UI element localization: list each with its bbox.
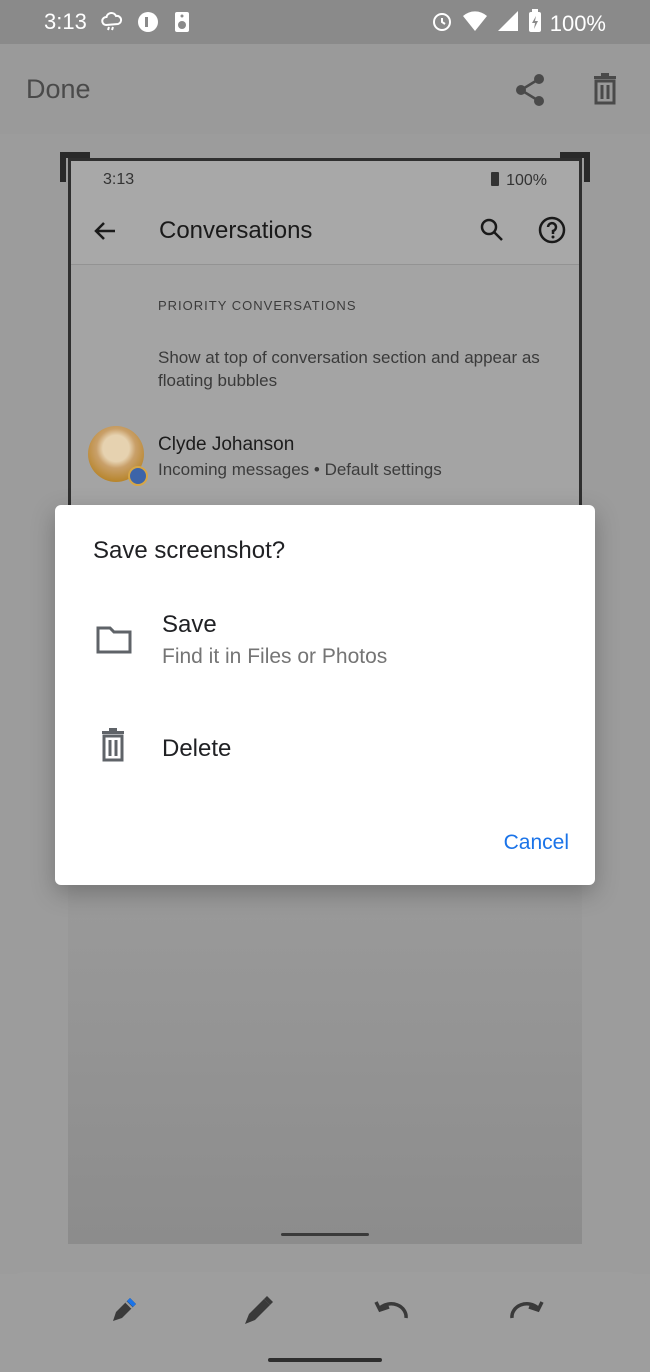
back-arrow-icon	[91, 217, 119, 250]
redo-icon[interactable]	[506, 1290, 546, 1330]
share-icon[interactable]	[512, 72, 548, 108]
folder-icon	[95, 623, 133, 660]
cloud-rain-icon	[100, 10, 124, 39]
preview-title: Conversations	[159, 217, 313, 244]
preview-section-header: PRIORITY CONVERSATIONS	[158, 298, 357, 313]
cancel-button[interactable]: Cancel	[504, 831, 569, 855]
save-option-label: Save	[162, 611, 217, 638]
save-screenshot-dialog: Save screenshot? Save Find it in Files o…	[55, 505, 595, 885]
trash-icon[interactable]	[588, 72, 622, 106]
help-icon	[537, 215, 567, 250]
preview-home-handle	[281, 1233, 369, 1236]
cell-signal-icon	[496, 9, 520, 38]
trash-icon	[95, 727, 131, 768]
undo-icon[interactable]	[372, 1290, 412, 1330]
editor-top-bar: Done	[0, 44, 650, 134]
alarm-icon	[430, 9, 454, 38]
status-time: 3:13	[44, 9, 87, 34]
battery-percent: 100%	[549, 10, 606, 36]
preview-status-time: 3:13	[103, 171, 135, 188]
edit-toolbar	[0, 1272, 650, 1372]
screenshot-preview-lower	[68, 884, 582, 1244]
preview-contact-subtitle: Incoming messages • Default settings	[158, 460, 442, 479]
delete-option[interactable]: Delete	[55, 713, 595, 777]
home-handle[interactable]	[268, 1358, 382, 1362]
messages-badge-icon	[128, 466, 148, 486]
preview-app-bar: Conversations	[71, 199, 579, 265]
search-icon	[479, 217, 505, 248]
done-button[interactable]: Done	[26, 74, 91, 105]
preview-section-description: Show at top of conversation section and …	[158, 348, 540, 390]
dialog-title: Save screenshot?	[93, 537, 286, 564]
preview-status-bar: 3:13 100%	[71, 161, 579, 199]
wifi-icon	[462, 9, 488, 38]
preview-battery-percent: 100%	[506, 171, 547, 189]
status-bar: 3:13 100%	[0, 0, 650, 44]
delete-option-label: Delete	[162, 735, 232, 762]
app-notification-icon	[136, 10, 160, 39]
preview-contact-name: Clyde Johanson	[158, 434, 295, 455]
save-option-subtitle: Find it in Files or Photos	[162, 645, 388, 668]
pen-icon[interactable]	[104, 1290, 144, 1330]
speaker-icon	[172, 10, 192, 39]
preview-battery-icon	[490, 170, 500, 191]
marker-icon[interactable]	[238, 1290, 278, 1330]
battery-charging-icon	[528, 9, 542, 38]
save-option[interactable]: Save Find it in Files or Photos	[55, 599, 595, 689]
